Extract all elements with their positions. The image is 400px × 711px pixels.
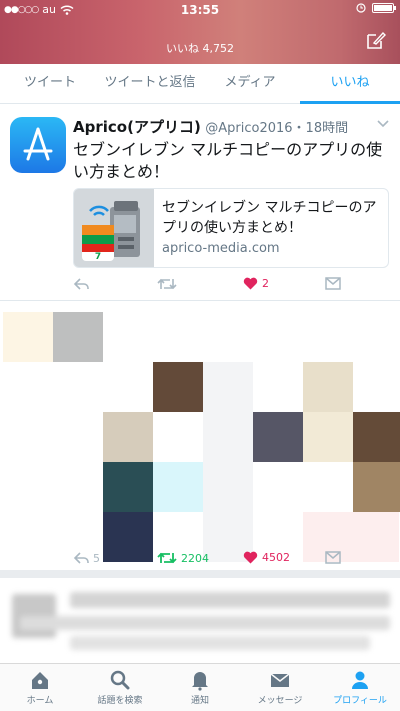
tab-home-label: ホーム [26,696,54,706]
likes-count: いいね 4,752 [166,42,234,55]
profile-header: ●●○○○ au 13:55 いいね 4,752 [0,0,400,64]
search-icon [110,670,130,690]
bottom-tab-bar: ホーム 話題を検索 通知 メッセージ プロフィール [0,663,400,711]
bell-icon [192,672,208,691]
reply-icon [73,552,89,564]
tab-profile[interactable]: プロフィール [320,664,400,711]
link-card[interactable]: 7 セブンイレブン マルチコピーのアプリの使い方まとめ！ aprico-medi… [73,188,389,268]
tab-tweets[interactable]: ツイート [0,64,100,103]
card-title: セブンイレブン マルチコピーのアプリの使い方まとめ！ [162,200,377,236]
reply-count: 5 [93,551,100,565]
like-count: 4502 [262,551,290,564]
tab-search-label: 話題を検索 [97,696,143,706]
retweet-button[interactable]: 2204 [157,551,209,565]
tab-tweets-and-replies[interactable]: ツイートと返信 [100,64,200,103]
like-button[interactable]: 2 [243,277,269,290]
tab-likes[interactable]: いいね [300,64,400,104]
blurred-tweet[interactable] [0,586,400,666]
retweet-icon [157,552,177,564]
author-name[interactable]: Aprico(アプリコ) [73,118,201,136]
tab-notifications-label: 通知 [190,696,209,706]
alarm-icon [356,3,366,13]
reply-button[interactable] [73,277,89,291]
battery-icon [372,3,396,13]
card-domain: aprico-media.com [162,241,280,256]
tab-home[interactable]: ホーム [0,664,80,711]
heart-icon [243,551,258,564]
profile-tabs: ツイート ツイートと返信 メディア いいね [0,64,400,104]
person-icon [352,671,368,689]
reply-button[interactable]: 5 [73,551,100,565]
retweet-icon [157,278,177,290]
multicopy-machine-image: 7 [74,189,154,267]
tab-profile-label: プロフィール [333,696,387,706]
direct-message-icon [325,277,341,290]
like-count: 2 [262,277,269,290]
tweet-actions: 2 [73,277,389,297]
app-store-avatar[interactable] [10,117,66,173]
tab-messages-label: メッセージ [257,696,303,706]
retweet-button[interactable] [157,277,177,291]
author-handle[interactable]: @Aprico2016 [205,121,292,136]
clock: 13:55 [180,3,220,17]
tweet-header: Aprico(アプリコ) @Aprico2016・18時間 [73,116,388,137]
retweet-count: 2204 [181,551,209,565]
tab-messages[interactable]: メッセージ [240,664,320,711]
tweet-text: セブンイレブン マルチコピーのアプリの使い方まとめ！ [73,140,383,181]
tab-notifications[interactable]: 通知 [160,664,240,711]
heart-icon [243,277,258,290]
tweet-actions: 5 2204 4502 [73,551,389,571]
app-store-icon [23,127,53,161]
status-bar: ●●○○○ au 13:55 [0,0,400,20]
mail-icon [270,673,290,687]
like-button[interactable]: 4502 [243,551,290,564]
home-icon [32,672,48,689]
message-button[interactable] [325,551,341,564]
reply-icon [73,278,89,290]
direct-message-icon [325,551,341,564]
tweet-time: ・18時間 [292,121,349,136]
tweet-card[interactable]: 5 2204 4502 [0,302,400,578]
chevron-down-icon[interactable] [376,118,390,128]
tweet-card[interactable]: Aprico(アプリコ) @Aprico2016・18時間 セブンイレブン マル… [0,105,400,301]
message-button[interactable] [325,277,341,290]
compose-tweet-icon[interactable] [366,30,386,50]
card-thumbnail: 7 [74,189,154,267]
tab-search[interactable]: 話題を検索 [80,664,160,711]
tab-media[interactable]: メディア [200,64,300,103]
svg-text:7: 7 [95,252,101,262]
